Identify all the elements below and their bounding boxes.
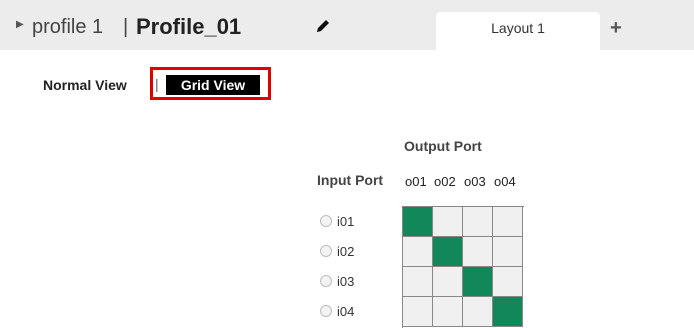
grid-cell-i04-o01[interactable]: [403, 297, 433, 327]
input-radio-i01[interactable]: [320, 215, 332, 227]
highlight-box: [150, 67, 271, 100]
input-label-i04: i04: [337, 304, 355, 319]
input-label-i01: i01: [337, 214, 355, 229]
output-col-o03: o03: [464, 174, 486, 189]
add-tab-button[interactable]: +: [610, 18, 622, 38]
grid-cell-i03-o03[interactable]: [463, 267, 493, 297]
input-radio-i03[interactable]: [320, 275, 332, 287]
grid-cell-i01-o03[interactable]: [463, 207, 493, 237]
input-radio-i02[interactable]: [320, 245, 332, 257]
pencil-icon[interactable]: [314, 17, 332, 35]
routing-grid: [402, 206, 524, 328]
output-col-o02: o02: [434, 174, 456, 189]
grid-cell-i04-o04[interactable]: [493, 297, 523, 327]
output-col-o04: o04: [494, 174, 516, 189]
expand-arrow-icon[interactable]: ▶: [16, 18, 24, 32]
grid-cell-i04-o02[interactable]: [433, 297, 463, 327]
profile-label: profile 1: [32, 16, 104, 38]
input-port-heading: Input Port: [317, 172, 384, 188]
grid-cell-i03-o02[interactable]: [433, 267, 463, 297]
grid-cell-i01-o01[interactable]: [403, 207, 433, 237]
grid-cell-i02-o02[interactable]: [433, 237, 463, 267]
output-col-o01: o01: [405, 174, 427, 189]
input-radio-i04[interactable]: [320, 305, 332, 317]
top-bar: ▶ profile 1 | Profile_01 Layout 1 +: [0, 0, 694, 50]
grid-cell-i02-o03[interactable]: [463, 237, 493, 267]
grid-cell-i01-o04[interactable]: [493, 207, 523, 237]
grid-cell-i02-o01[interactable]: [403, 237, 433, 267]
profile-separator: |: [123, 16, 129, 38]
grid-cell-i03-o01[interactable]: [403, 267, 433, 297]
tab-layout-1[interactable]: Layout 1: [436, 12, 600, 50]
input-label-i02: i02: [337, 244, 355, 259]
input-label-i03: i03: [337, 274, 355, 289]
grid-cell-i03-o04[interactable]: [493, 267, 523, 297]
profile-name: Profile_01: [136, 14, 242, 39]
normal-view-button[interactable]: Normal View: [43, 77, 127, 93]
output-port-heading: Output Port: [404, 138, 482, 154]
grid-cell-i01-o02[interactable]: [433, 207, 463, 237]
grid-cell-i04-o03[interactable]: [463, 297, 493, 327]
grid-cell-i02-o04[interactable]: [493, 237, 523, 267]
